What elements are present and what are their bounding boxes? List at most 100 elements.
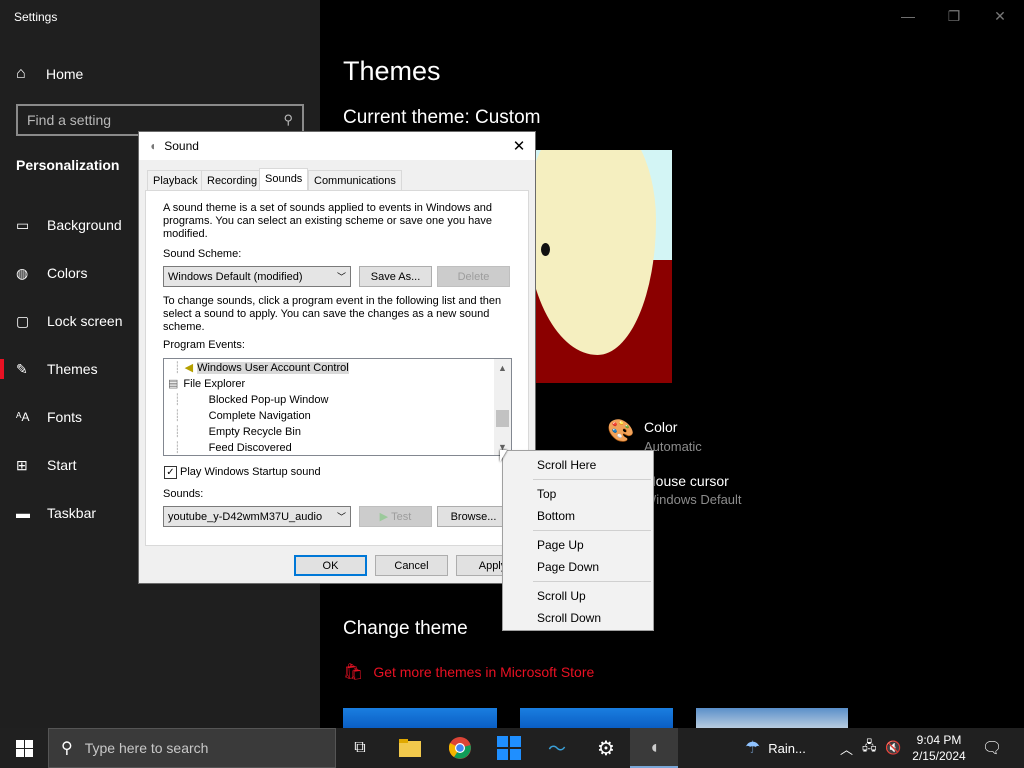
program-events-list[interactable]: ┊ ◀ Windows User Account Control ▤ File Exp…	[163, 358, 512, 456]
close-window-button[interactable]: ✕	[977, 0, 1023, 32]
tab-recording[interactable]: Recording	[201, 170, 264, 190]
font-icon: ᴬA	[16, 410, 30, 424]
page-title: Themes	[343, 56, 441, 86]
sidebar-item-label: Fonts	[47, 409, 83, 425]
store-icon: 🛍	[343, 664, 364, 681]
event-label: Blocked Pop-up Window	[208, 394, 329, 406]
sidebar-item-label: Taskbar	[47, 505, 97, 521]
list-item[interactable]: ┊ ◀ Windows User Account Control	[164, 360, 494, 376]
scroll-up-arrow-icon[interactable]: ▲	[494, 359, 511, 376]
menu-item-scroll-here[interactable]: Scroll Here	[504, 454, 652, 476]
sounds-select[interactable]: youtube_y-D42wmM37U_audio ﹀	[163, 506, 351, 527]
scheme-value: Windows Default (modified)	[168, 270, 303, 283]
restore-button[interactable]: ❐	[931, 0, 977, 32]
taskbar-icon: ▬	[16, 505, 30, 521]
clock-time: 9:04 PM	[916, 733, 962, 747]
dolphin-app-button[interactable]: 〜	[533, 728, 581, 768]
store-link[interactable]: 🛍 Get more themes in Microsoft Store	[343, 662, 594, 682]
event-label: Windows User Account Control	[197, 362, 349, 374]
notifications-button[interactable]: 🗨	[982, 728, 1002, 768]
cancel-button[interactable]: Cancel	[375, 555, 448, 576]
search-icon: ⚲	[283, 112, 293, 127]
section-title: Personalization	[16, 157, 120, 173]
tab-communications[interactable]: Communications	[308, 170, 402, 190]
volume-tray-icon[interactable]: 🔇	[885, 728, 901, 768]
search-placeholder: Find a setting	[27, 112, 112, 128]
weather-widget[interactable]: ☂ Rain...	[745, 728, 806, 768]
current-theme-title: Current theme: Custom	[343, 107, 541, 128]
nav-home-label: Home	[46, 66, 84, 82]
tab-sounds[interactable]: Sounds	[259, 168, 309, 191]
menu-item-scroll-up[interactable]: Scroll Up	[504, 585, 652, 607]
speaker-icon: ◖	[149, 139, 157, 153]
sound-app-button[interactable]: ◖	[630, 728, 678, 768]
start-button[interactable]	[0, 728, 48, 768]
startup-sound-checkbox[interactable]: ✓ Play Windows Startup sound	[164, 466, 321, 479]
menu-item-page-up[interactable]: Page Up	[504, 534, 652, 556]
scheme-select[interactable]: Windows Default (modified) ﹀	[163, 266, 351, 287]
intro-text: A sound theme is a set of sounds applied…	[163, 202, 492, 240]
test-button[interactable]: ▶ Test	[359, 506, 432, 527]
dialog-titlebar[interactable]: ◖ Sound	[139, 132, 535, 160]
menu-separator	[533, 479, 651, 480]
sidebar-item-label: Themes	[47, 361, 98, 377]
theme-thumbnail[interactable]	[343, 708, 497, 728]
gear-icon: ⚙	[597, 737, 615, 760]
change-theme-heading: Change theme	[343, 618, 468, 639]
weather-label: Rain...	[768, 740, 806, 756]
sidebar-item-label: Colors	[47, 265, 88, 281]
menu-item-scroll-down[interactable]: Scroll Down	[504, 607, 652, 629]
umbrella-icon: ☂	[745, 738, 761, 757]
save-as-button[interactable]: Save As...	[359, 266, 432, 287]
lock-screen-icon: ▢	[16, 312, 30, 329]
events-scrollbar[interactable]: ▲ ▼	[494, 359, 511, 455]
network-tray-icon[interactable]: 🖧	[862, 728, 877, 768]
dolphin-icon: 〜	[548, 739, 566, 759]
scroll-context-menu: Scroll Here Top Bottom Page Up Page Down…	[502, 450, 654, 631]
close-icon: ✕	[994, 7, 1006, 24]
task-view-button[interactable]: ⧉	[336, 728, 384, 768]
cursor-value: Windows Default	[644, 492, 742, 507]
nav-home[interactable]: ⌂ Home	[16, 60, 306, 88]
grid-app-icon	[497, 736, 521, 760]
theme-thumbnail[interactable]	[520, 708, 673, 728]
theme-preview[interactable]	[536, 150, 672, 383]
list-item[interactable]: ┊ Feed Discovered	[164, 440, 494, 455]
list-item[interactable]: ▤ File Explorer	[164, 376, 494, 392]
menu-item-bottom[interactable]: Bottom	[504, 505, 652, 527]
color-title[interactable]: Color	[644, 419, 677, 435]
dialog-close-button[interactable]: ✕	[503, 132, 535, 160]
preview-shape	[536, 150, 656, 355]
menu-item-top[interactable]: Top	[504, 483, 652, 505]
cursor-title[interactable]: Mouse cursor	[644, 473, 729, 489]
chrome-button[interactable]	[436, 728, 484, 768]
instructions-text: To change sounds, click a program event …	[163, 295, 502, 333]
theme-thumbnail[interactable]	[696, 708, 848, 728]
chevron-down-icon: ﹀	[336, 272, 346, 282]
delete-button[interactable]: Delete	[437, 266, 510, 287]
clock-date: 2/15/2024	[912, 749, 966, 763]
scheme-label: Sound Scheme:	[163, 248, 242, 260]
menu-item-page-down[interactable]: Page Down	[504, 556, 652, 578]
ok-button[interactable]: OK	[294, 555, 367, 576]
tab-playback[interactable]: Playback	[147, 170, 204, 190]
show-hidden-icons-button[interactable]: ︿	[840, 728, 853, 768]
mouse-cursor-icon	[500, 450, 507, 462]
chevron-up-icon: ︿	[840, 741, 854, 757]
sound-dialog: ◖ Sound ✕ Playback Recording Sounds Comm…	[138, 131, 536, 584]
list-item[interactable]: ┊ Blocked Pop-up Window	[164, 392, 494, 408]
file-explorer-button[interactable]	[386, 728, 434, 768]
list-item[interactable]: ┊ Complete Navigation	[164, 408, 494, 424]
notification-icon: 🗨	[982, 740, 1003, 757]
clock[interactable]: 9:04 PM 2/15/2024	[908, 728, 970, 768]
list-item[interactable]: ┊ Empty Recycle Bin	[164, 424, 494, 440]
browse-button[interactable]: Browse...	[437, 506, 510, 527]
play-icon: ▶	[379, 511, 389, 523]
settings-app-button[interactable]: ⚙	[582, 728, 630, 768]
taskbar-search-input[interactable]: ⚲ Type here to search	[48, 728, 336, 768]
scrollbar-thumb[interactable]	[496, 410, 509, 427]
checkbox-checked-icon: ✓	[164, 466, 177, 479]
store-app-button[interactable]	[485, 728, 533, 768]
minimize-button[interactable]: —	[885, 0, 931, 32]
dialog-title: Sound	[164, 139, 199, 153]
